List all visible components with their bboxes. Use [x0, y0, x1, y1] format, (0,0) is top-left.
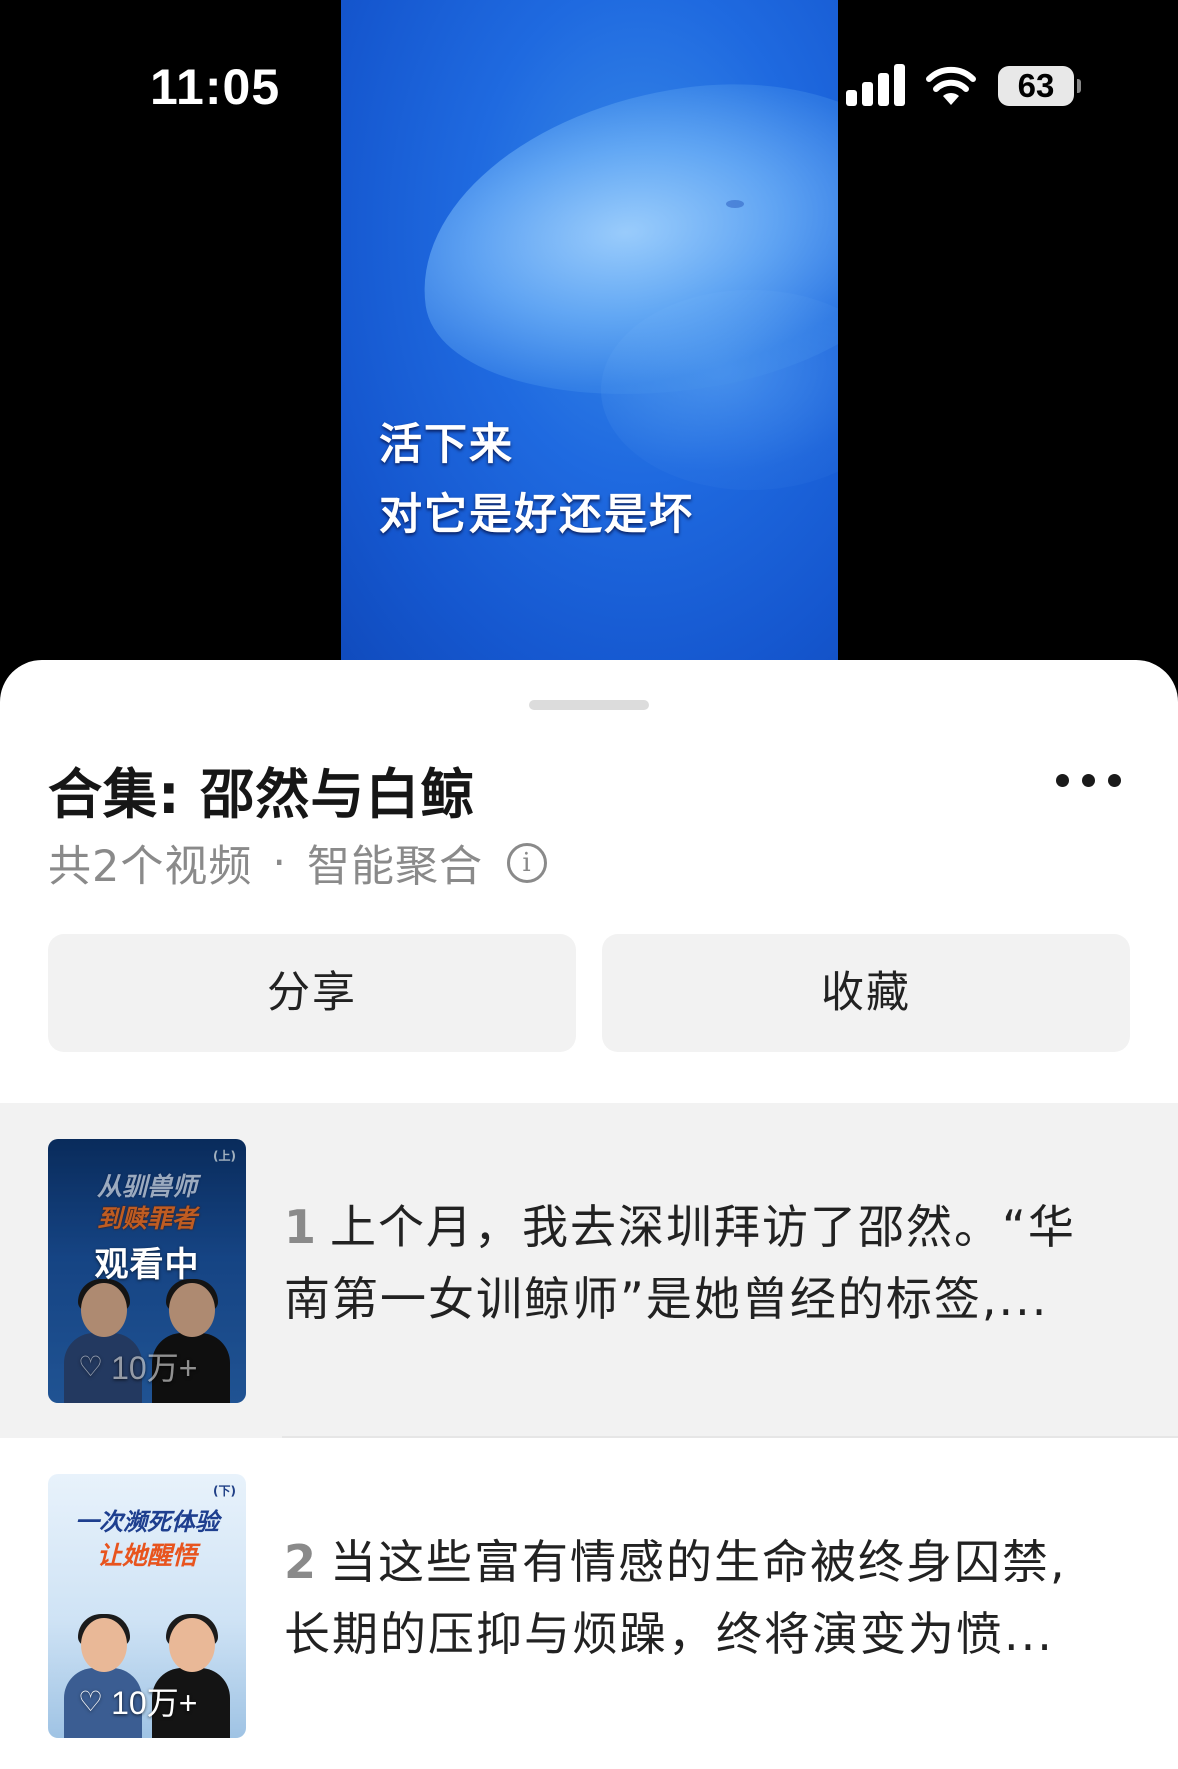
video-frame[interactable]: 活下来 对它是好还是坏 — [341, 0, 838, 665]
item-index: 1 — [284, 1200, 319, 1254]
video-subtitle-line-2: 对它是好还是坏 — [379, 490, 694, 540]
item-description-line-2: 长期的压抑与烦躁，终将演变为愤... — [284, 1607, 1054, 1661]
separator-dot: · — [272, 838, 288, 888]
item-description: 2 当这些富有情感的生命被终身囚禁, 长期的压抑与烦躁，终将演变为愤... — [284, 1526, 1134, 1670]
now-watching-label: 观看中 — [94, 1245, 200, 1285]
like-count: ♡ 10万+ — [78, 1343, 197, 1389]
video-subtitle-line-1: 活下来 — [379, 420, 514, 470]
collection-type: 智能聚合 — [307, 842, 484, 892]
sheet-grabber[interactable] — [529, 700, 649, 710]
like-count-value: 10万+ — [111, 1685, 198, 1721]
item-index: 2 — [284, 1535, 319, 1589]
list-item[interactable]: (上) 从驯兽师 到赎罪者 观看中 ♡ 10万+ 1 上个月，我去深圳拜访了邵然。… — [0, 1103, 1178, 1438]
item-line-1-text: 上个月，我去深圳拜访了邵然。“华 — [330, 1200, 1076, 1254]
video-thumbnail[interactable]: (上) 从驯兽师 到赎罪者 观看中 ♡ 10万+ — [48, 1139, 246, 1403]
wifi-icon — [926, 66, 976, 105]
item-description-line-1: 2 当这些富有情感的生命被终身囚禁, — [284, 1526, 1134, 1598]
favorite-button[interactable]: 收藏 — [602, 934, 1130, 1052]
item-line-1-text: 当这些富有情感的生命被终身囚禁, — [330, 1535, 1067, 1589]
thumbnail-headline-2: 让她醒悟 — [96, 1541, 197, 1570]
list-item[interactable]: (下) 一次濒死体验 让她醒悟 ♡ 10万+ 2 当这些富有情感的生命被终身囚禁,… — [0, 1438, 1178, 1769]
item-description-line-1: 1 上个月，我去深圳拜访了邵然。“华 — [284, 1191, 1134, 1263]
collection-title: 合集: 邵然与白鲸 — [48, 763, 476, 826]
more-options-icon[interactable] — [1056, 774, 1122, 788]
thumbnail-part-tag: (下) — [213, 1484, 236, 1498]
item-description: 1 上个月，我去深圳拜访了邵然。“华 南第一女训鲸师”是她曾经的标签,... — [284, 1191, 1134, 1335]
battery-tip — [1077, 79, 1081, 93]
beluga-head-shape — [400, 55, 838, 425]
heart-icon: ♡ — [78, 1685, 104, 1717]
collection-subtitle: 共2个视频 · 智能聚合 i — [48, 832, 548, 894]
status-time: 11:05 — [150, 59, 281, 115]
share-button[interactable]: 分享 — [48, 934, 576, 1052]
cellular-signal-icon — [846, 64, 906, 106]
like-count: ♡ 10万+ — [78, 1678, 197, 1724]
like-count-value: 10万+ — [111, 1350, 198, 1386]
item-description-line-2: 南第一女训鲸师”是她曾经的标签,... — [284, 1272, 1049, 1326]
video-thumbnail[interactable]: (下) 一次濒死体验 让她醒悟 ♡ 10万+ — [48, 1474, 246, 1738]
video-count: 共2个视频 — [48, 842, 253, 892]
thumbnail-headline-1: 一次濒死体验 — [75, 1507, 219, 1536]
info-icon[interactable]: i — [507, 843, 548, 883]
beluga-eye-shape — [726, 200, 744, 208]
heart-icon: ♡ — [78, 1350, 104, 1382]
collection-sheet: 合集: 邵然与白鲸 共2个视频 · 智能聚合 i 分享 收藏 (上) 从驯兽师 … — [0, 660, 1178, 1769]
battery-indicator: 63 — [998, 66, 1074, 106]
